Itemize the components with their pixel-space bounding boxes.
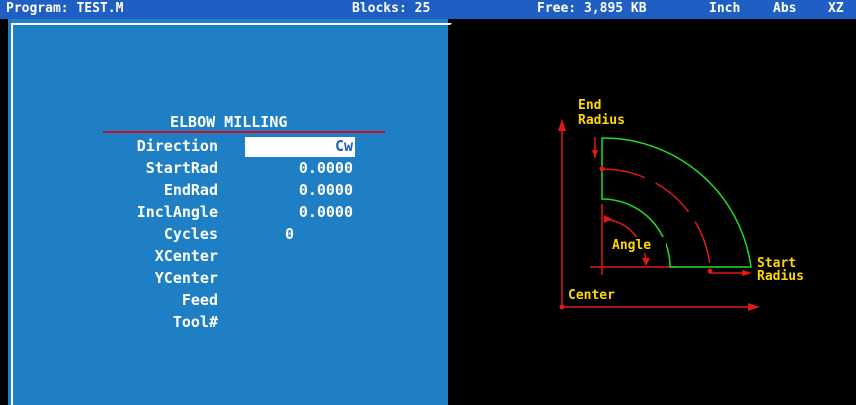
direction-label: Direction — [136, 137, 218, 155]
field-endrad[interactable]: EndRad 0.0000 — [0, 181, 440, 203]
elbow-diagram-panel: End Radius Angle Start Radius Center — [452, 19, 856, 405]
tool-label: Tool# — [172, 313, 218, 331]
center-point — [559, 304, 565, 310]
angle-arrow-icon — [604, 215, 612, 223]
field-startrad[interactable]: StartRad 0.0000 — [0, 159, 440, 181]
start-radius-label-2: Radius — [757, 269, 804, 284]
end-radius-arrow-icon — [592, 150, 598, 158]
xcenter-input[interactable] — [245, 247, 355, 267]
startrad-input[interactable]: 0.0000 — [245, 159, 355, 179]
ycenter-input[interactable] — [245, 269, 355, 289]
cycles-input[interactable]: 0 — [245, 225, 355, 245]
end-radius-label-2: Radius — [578, 113, 625, 128]
field-tool[interactable]: Tool# — [0, 313, 440, 335]
dialog-title: ELBOW MILLING — [170, 113, 288, 131]
endrad-label: EndRad — [163, 181, 218, 199]
field-xcenter[interactable]: XCenter — [0, 247, 440, 269]
elbow-diagram: End Radius Angle Start Radius Center — [558, 98, 804, 311]
ycenter-label: YCenter — [154, 269, 218, 287]
tool-input[interactable] — [245, 313, 355, 333]
inclangle-input[interactable]: 0.0000 — [245, 203, 355, 223]
units-indicator: Inch — [709, 1, 741, 16]
inclangle-label: InclAngle — [136, 203, 218, 221]
mode-indicator: Abs — [773, 1, 797, 16]
x-axis-arrow-icon — [748, 303, 760, 311]
field-direction[interactable]: Direction Cw — [0, 137, 440, 159]
endrad-input[interactable]: 0.0000 — [245, 181, 355, 201]
field-cycles[interactable]: Cycles 0 — [0, 225, 440, 247]
plane-indicator: XZ — [828, 1, 844, 16]
free-memory: Free: 3,895 KB — [537, 1, 647, 16]
feed-input[interactable] — [245, 291, 355, 311]
block-count: Blocks: 25 — [352, 1, 431, 16]
program-name: Program: TEST.M — [6, 1, 124, 16]
field-feed[interactable]: Feed — [0, 291, 440, 313]
end-radius-label-1: End — [578, 98, 601, 113]
path-start-point — [599, 166, 605, 172]
cycles-label: Cycles — [163, 225, 218, 243]
title-divider — [103, 131, 385, 133]
field-ycenter[interactable]: YCenter — [0, 269, 440, 291]
status-bar: Program: TEST.M Blocks: 25 Free: 3,895 K… — [0, 0, 856, 19]
y-axis-arrow-icon — [558, 119, 566, 131]
start-radius-arrow-icon — [742, 270, 752, 276]
angle-label: Angle — [612, 238, 651, 253]
angle-arrow-2-icon — [642, 258, 650, 266]
startrad-label: StartRad — [145, 159, 218, 177]
xcenter-label: XCenter — [154, 247, 218, 265]
direction-input[interactable]: Cw — [245, 137, 355, 157]
center-label: Center — [568, 288, 615, 303]
feed-label: Feed — [181, 291, 218, 309]
field-inclangle[interactable]: InclAngle 0.0000 — [0, 203, 440, 225]
